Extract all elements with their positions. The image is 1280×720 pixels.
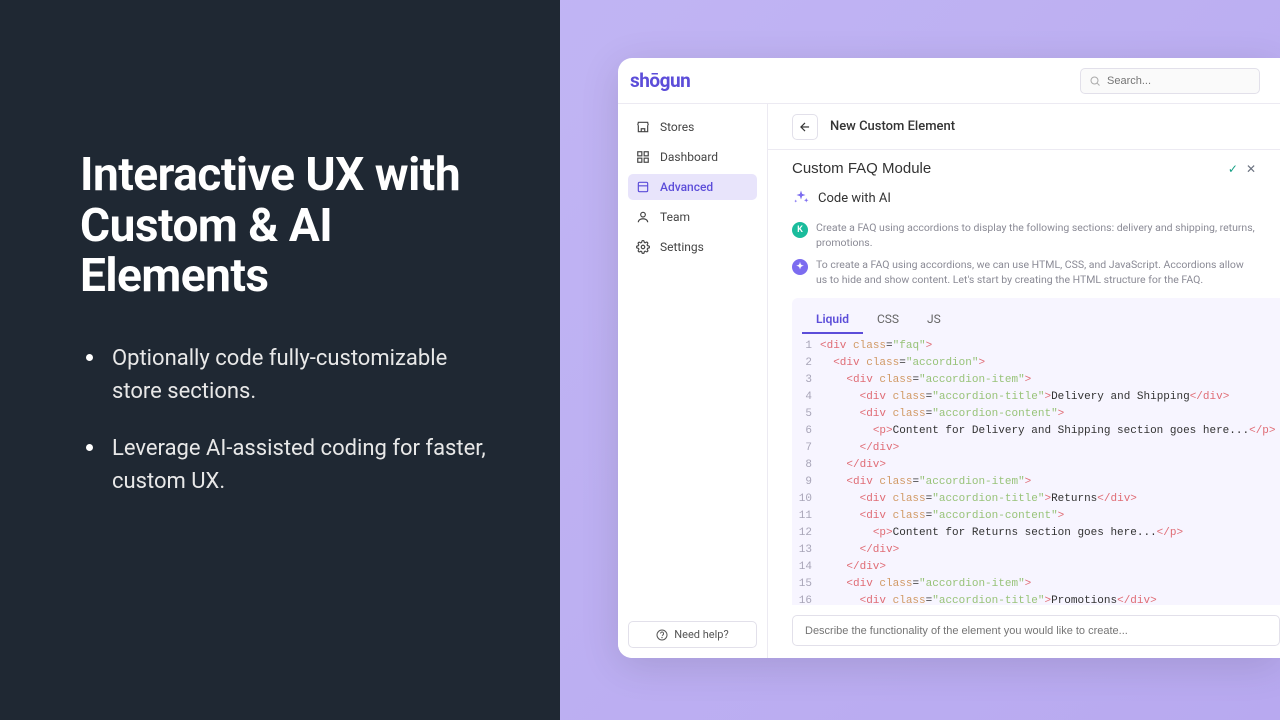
ai-prompt-row[interactable] xyxy=(792,615,1280,646)
tab-css[interactable]: CSS xyxy=(863,306,913,334)
sidebar-item-settings[interactable]: Settings xyxy=(628,234,757,260)
code-panel: Liquid CSS JS 12345678910111213141516171… xyxy=(792,298,1280,605)
sidebar: Stores Dashboard Advanced Team Settings xyxy=(618,104,768,658)
help-icon xyxy=(656,629,668,641)
need-help-button[interactable]: Need help? xyxy=(628,621,757,648)
app-body: Stores Dashboard Advanced Team Settings xyxy=(618,104,1280,658)
chat-messages: K Create a FAQ using accordions to displ… xyxy=(768,217,1280,298)
sidebar-item-label: Team xyxy=(660,210,690,224)
code-lines: <div class="faq"> <div class="accordion"… xyxy=(820,338,1280,605)
tab-liquid[interactable]: Liquid xyxy=(802,306,863,334)
layers-icon xyxy=(636,180,650,194)
app-backdrop: shōgun Stores Dashboard Advanced xyxy=(560,0,1280,720)
chat-ai-text: To create a FAQ using accordions, we can… xyxy=(816,258,1256,287)
back-button[interactable] xyxy=(792,114,818,140)
bullet-list: Optionally code fully-customizable store… xyxy=(80,342,500,498)
arrow-left-icon xyxy=(798,120,812,134)
sidebar-item-stores[interactable]: Stores xyxy=(628,114,757,140)
sidebar-item-dashboard[interactable]: Dashboard xyxy=(628,144,757,170)
ai-prompt-input[interactable] xyxy=(805,625,1267,637)
search-input[interactable] xyxy=(1107,75,1251,87)
sidebar-item-label: Dashboard xyxy=(660,150,718,164)
user-icon xyxy=(636,210,650,224)
sidebar-item-team[interactable]: Team xyxy=(628,204,757,230)
element-name-input[interactable] xyxy=(792,160,1228,177)
need-help-label: Need help? xyxy=(674,628,728,641)
main-pane: New Custom Element ✓ ✕ Code with AI K xyxy=(768,104,1280,658)
code-editor[interactable]: 12345678910111213141516171819 <div class… xyxy=(792,334,1280,605)
marketing-panel: Interactive UX with Custom & AI Elements… xyxy=(0,0,560,720)
app-topbar: shōgun xyxy=(618,58,1280,104)
sparkle-icon xyxy=(792,189,810,207)
gear-icon xyxy=(636,240,650,254)
store-icon xyxy=(636,120,650,134)
main-header: New Custom Element xyxy=(768,104,1280,150)
line-gutter: 12345678910111213141516171819 xyxy=(792,338,820,605)
ai-avatar: ✦ xyxy=(792,259,808,275)
logo: shōgun xyxy=(630,69,690,92)
page-title: New Custom Element xyxy=(830,119,955,134)
user-avatar: K xyxy=(792,222,808,238)
list-item: Optionally code fully-customizable store… xyxy=(80,342,500,408)
code-with-ai-row: Code with AI xyxy=(768,177,1280,217)
close-icon[interactable]: ✕ xyxy=(1246,162,1256,176)
sidebar-item-label: Advanced xyxy=(660,180,713,194)
headline: Interactive UX with Custom & AI Elements xyxy=(80,150,500,302)
chat-user-line: K Create a FAQ using accordions to displ… xyxy=(792,221,1256,250)
sidebar-item-label: Settings xyxy=(660,240,704,254)
sidebar-item-advanced[interactable]: Advanced xyxy=(628,174,757,200)
search-icon xyxy=(1089,75,1101,87)
grid-icon xyxy=(636,150,650,164)
code-with-ai-label: Code with AI xyxy=(818,191,891,206)
sidebar-item-label: Stores xyxy=(660,120,694,134)
confirm-icon[interactable]: ✓ xyxy=(1228,162,1238,176)
chat-user-text: Create a FAQ using accordions to display… xyxy=(816,221,1256,250)
code-tabs: Liquid CSS JS xyxy=(792,298,1280,334)
chat-ai-line: ✦ To create a FAQ using accordions, we c… xyxy=(792,258,1256,287)
search-box[interactable] xyxy=(1080,68,1260,94)
element-name-row: ✓ ✕ xyxy=(768,150,1280,177)
tab-js[interactable]: JS xyxy=(913,306,955,334)
app-window: shōgun Stores Dashboard Advanced xyxy=(618,58,1280,658)
list-item: Leverage AI-assisted coding for faster, … xyxy=(80,432,500,498)
